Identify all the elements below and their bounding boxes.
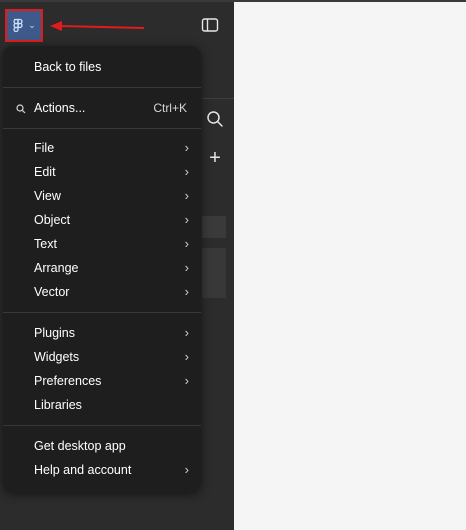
menu-item-view[interactable]: View › <box>3 185 201 207</box>
menu-item-back-to-files[interactable]: Back to files <box>3 56 201 78</box>
menu-item-file[interactable]: File › <box>3 137 201 159</box>
menu-item-label: Text <box>34 237 57 251</box>
main-menu-button[interactable]: ⌄ <box>5 9 43 42</box>
chevron-down-icon: ⌄ <box>28 20 36 30</box>
search-icon[interactable] <box>204 108 226 130</box>
search-icon <box>16 103 26 117</box>
menu-item-arrange[interactable]: Arrange › <box>3 257 201 279</box>
menu-item-object[interactable]: Object › <box>3 209 201 231</box>
menu-item-label: Help and account <box>34 463 132 477</box>
menu-item-label: File <box>34 141 55 155</box>
chevron-right-icon: › <box>184 164 189 179</box>
menu-item-actions[interactable]: Actions... Ctrl+K <box>3 97 201 119</box>
menu-item-plugins[interactable]: Plugins › <box>3 322 201 344</box>
sidebar-divider <box>202 98 234 99</box>
menu-item-vector[interactable]: Vector › <box>3 281 201 303</box>
chevron-right-icon: › <box>184 260 189 275</box>
menu-item-text[interactable]: Text › <box>3 233 201 255</box>
chevron-right-icon: › <box>184 236 189 251</box>
chevron-right-icon: › <box>184 462 189 477</box>
red-arrow-icon <box>50 21 145 31</box>
menu-item-label: Back to files <box>34 60 102 74</box>
chevron-right-icon: › <box>184 188 189 203</box>
menu-item-libraries[interactable]: Libraries <box>3 394 201 416</box>
menu-item-edit[interactable]: Edit › <box>3 161 201 183</box>
menu-divider <box>3 425 201 426</box>
sidebar-toggle-icon[interactable] <box>200 16 220 34</box>
menu-item-label: Libraries <box>34 398 82 412</box>
menu-item-widgets[interactable]: Widgets › <box>3 346 201 368</box>
menu-divider <box>3 128 201 129</box>
menu-item-label: Widgets <box>34 350 80 364</box>
menu-item-label: Plugins <box>34 326 75 340</box>
chevron-right-icon: › <box>184 373 189 388</box>
menu-item-preferences[interactable]: Preferences › <box>3 370 201 392</box>
menu-item-help-and-account[interactable]: Help and account › <box>3 459 201 481</box>
chevron-right-icon: › <box>184 140 189 155</box>
menu-item-label: Edit <box>34 165 56 179</box>
sidebar-item[interactable] <box>202 248 226 298</box>
chevron-right-icon: › <box>184 325 189 340</box>
top-border <box>0 0 466 2</box>
menu-divider <box>3 87 201 88</box>
menu-item-label: Arrange <box>34 261 79 275</box>
shortcut-label: Ctrl+K <box>153 101 187 115</box>
menu-item-get-desktop-app[interactable]: Get desktop app <box>3 435 201 457</box>
sidebar-item[interactable] <box>202 216 226 238</box>
chevron-right-icon: › <box>184 212 189 227</box>
menu-item-label: View <box>34 189 61 203</box>
chevron-right-icon: › <box>184 349 189 364</box>
menu-item-label: Get desktop app <box>34 439 126 453</box>
plus-icon[interactable]: + <box>204 148 226 170</box>
menu-item-label: Object <box>34 213 71 227</box>
chevron-right-icon: › <box>184 284 189 299</box>
menu-item-label: Vector <box>34 285 70 299</box>
figma-logo-icon <box>12 18 24 34</box>
canvas-area[interactable] <box>234 0 466 530</box>
menu-divider <box>3 312 201 313</box>
main-menu-dropdown: Back to files Actions... Ctrl+K File › E… <box>3 46 201 492</box>
menu-item-label: Preferences <box>34 374 102 388</box>
